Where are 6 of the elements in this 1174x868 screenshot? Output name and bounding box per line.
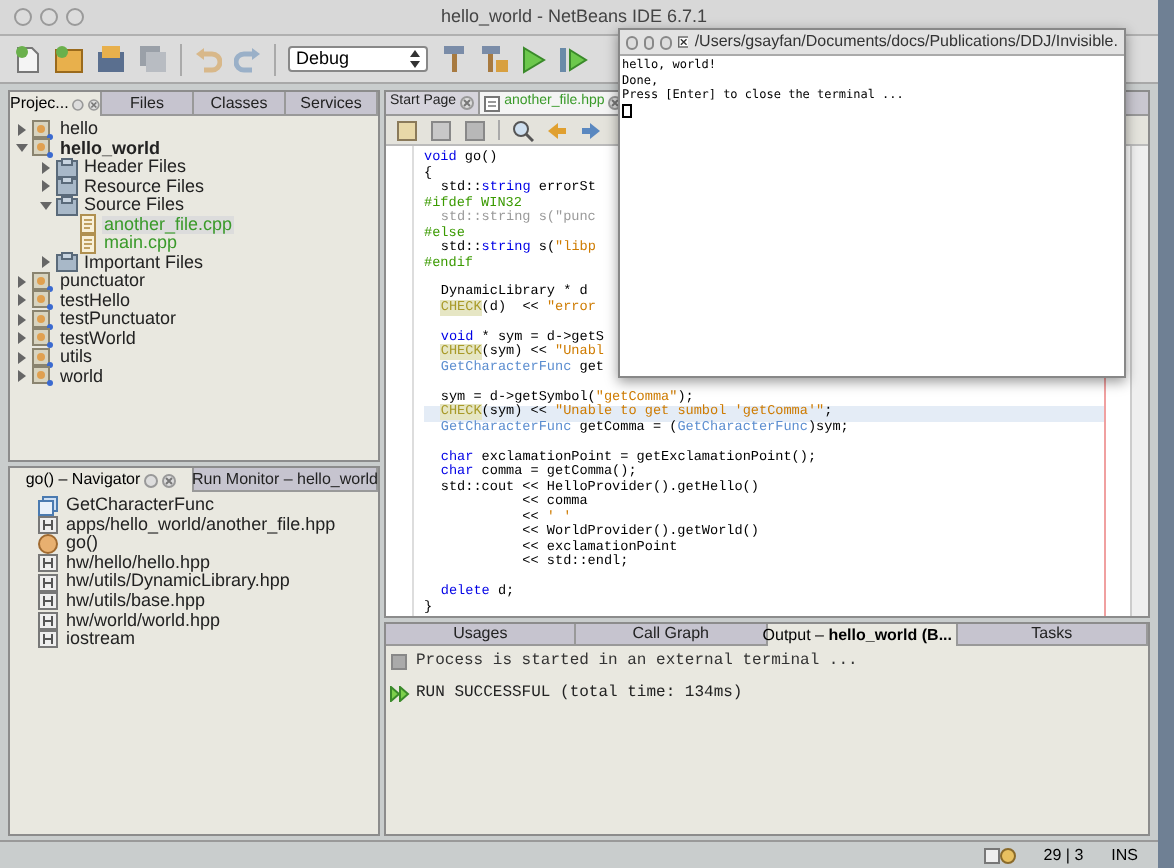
output-line: Process is started in an external terminal ... (416, 650, 858, 674)
output-line: RUN SUCCESSFUL (total time: 134ms) (416, 682, 743, 706)
caret-position: 29 | 3 (1043, 843, 1084, 867)
terminal-title: /Users/gsayfan/Documents/docs/Publications/DDJ/Invisible. (694, 30, 1118, 54)
window-title: hello_world - NetBeans IDE 6.7.1 (440, 3, 708, 30)
insert-mode: INS (1111, 843, 1138, 867)
